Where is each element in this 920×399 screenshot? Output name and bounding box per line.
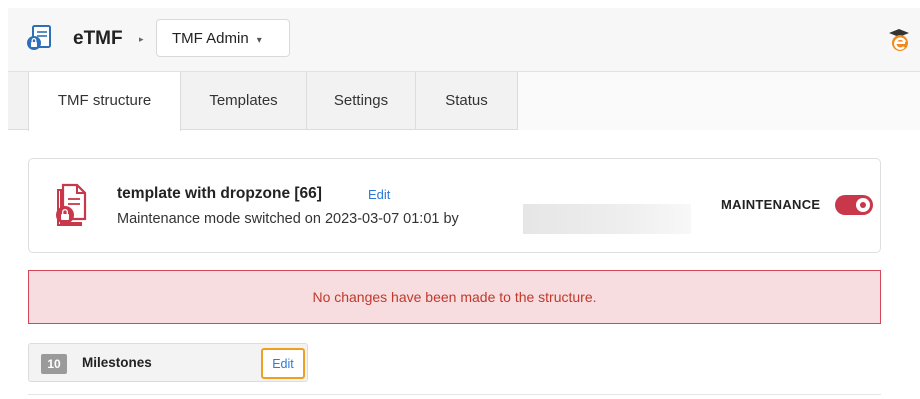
app-name[interactable]: eTMF — [73, 28, 123, 50]
milestones-edit-button[interactable]: Edit — [261, 348, 305, 379]
top-header: eTMF ▸ TMF Admin ▾ — [8, 8, 920, 72]
tab-label: Status — [445, 92, 488, 109]
maintenance-toggle[interactable] — [835, 195, 873, 215]
tab-settings[interactable]: Settings — [307, 72, 416, 130]
tab-bar-filler — [518, 72, 920, 130]
template-lock-icon — [51, 181, 91, 229]
maintenance-label: MAINTENANCE — [721, 197, 821, 212]
tab-label: Templates — [209, 92, 278, 109]
tab-bar: TMF structure Templates Settings Status — [8, 72, 920, 131]
no-changes-alert: No changes have been made to the structu… — [28, 270, 881, 324]
module-selector-dropdown[interactable]: TMF Admin ▾ — [156, 19, 290, 57]
redacted-user-name — [523, 204, 691, 234]
milestones-count-badge: 10 — [41, 354, 67, 374]
template-title: template with dropzone [66] — [117, 185, 322, 202]
milestones-row: 10 Milestones Edit — [28, 343, 308, 382]
tab-tmf-structure[interactable]: TMF structure — [28, 72, 181, 131]
template-edit-link[interactable]: Edit — [368, 187, 390, 202]
toggle-knob — [856, 198, 870, 212]
milestones-label: Milestones — [82, 355, 152, 370]
breadcrumb-separator-icon: ▸ — [139, 34, 144, 44]
module-selector-value: TMF Admin — [172, 30, 249, 47]
tab-label: TMF structure — [57, 92, 152, 109]
graduation-cap-logo-icon[interactable] — [886, 26, 912, 52]
chevron-down-icon: ▾ — [256, 35, 262, 46]
maintenance-status-text: Maintenance mode switched on 2023-03-07 … — [117, 211, 459, 227]
tab-status[interactable]: Status — [416, 72, 518, 130]
document-lock-icon[interactable] — [25, 23, 55, 53]
tab-label: Settings — [333, 92, 389, 109]
tab-templates[interactable]: Templates — [181, 72, 307, 130]
alert-message: No changes have been made to the structu… — [312, 289, 597, 305]
section-divider — [28, 394, 881, 395]
template-card: template with dropzone [66] Edit Mainten… — [28, 158, 881, 253]
